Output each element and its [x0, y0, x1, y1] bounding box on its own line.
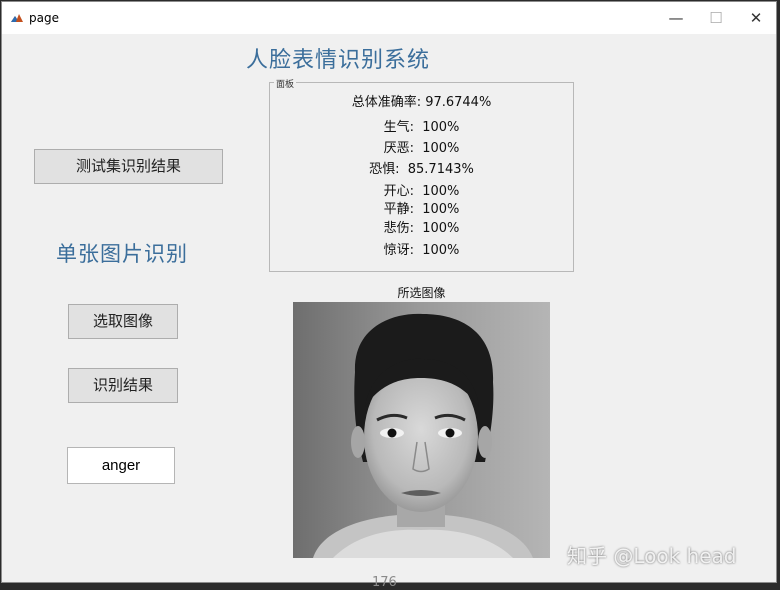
- test-set-results-button[interactable]: 测试集识别结果: [34, 149, 223, 184]
- selected-face-image: [293, 302, 550, 558]
- close-button[interactable]: ✕: [745, 8, 767, 28]
- title-bar: page — ☐ ✕: [2, 2, 776, 34]
- result-display: anger: [67, 447, 175, 484]
- watermark: 知乎 @Look head: [567, 544, 737, 568]
- page-title: 人脸表情识别系统: [246, 48, 431, 73]
- recognize-result-button[interactable]: 识别结果: [68, 368, 178, 403]
- stat-anger: 生气: 100%: [383, 120, 460, 135]
- stat-happy: 开心: 100%: [383, 184, 460, 199]
- stat-surprise: 惊讶: 100%: [383, 243, 460, 258]
- panel-label: 面板: [274, 77, 297, 90]
- minimize-button[interactable]: —: [665, 8, 687, 28]
- single-image-title: 单张图片识别: [56, 242, 188, 266]
- stat-disgust: 厌恶: 100%: [383, 141, 460, 156]
- maximize-button[interactable]: ☐: [705, 8, 727, 28]
- window-title: page: [29, 11, 59, 25]
- image-caption: 所选图像: [397, 286, 446, 300]
- stat-neutral: 平静: 100%: [383, 202, 460, 217]
- stat-fear: 恐惧: 85.7143%: [369, 162, 474, 177]
- select-image-button[interactable]: 选取图像: [68, 304, 178, 339]
- stat-sad: 悲伤: 100%: [383, 221, 460, 236]
- overall-accuracy: 总体准确率: 97.6744%: [351, 95, 492, 110]
- matlab-icon: [10, 12, 24, 24]
